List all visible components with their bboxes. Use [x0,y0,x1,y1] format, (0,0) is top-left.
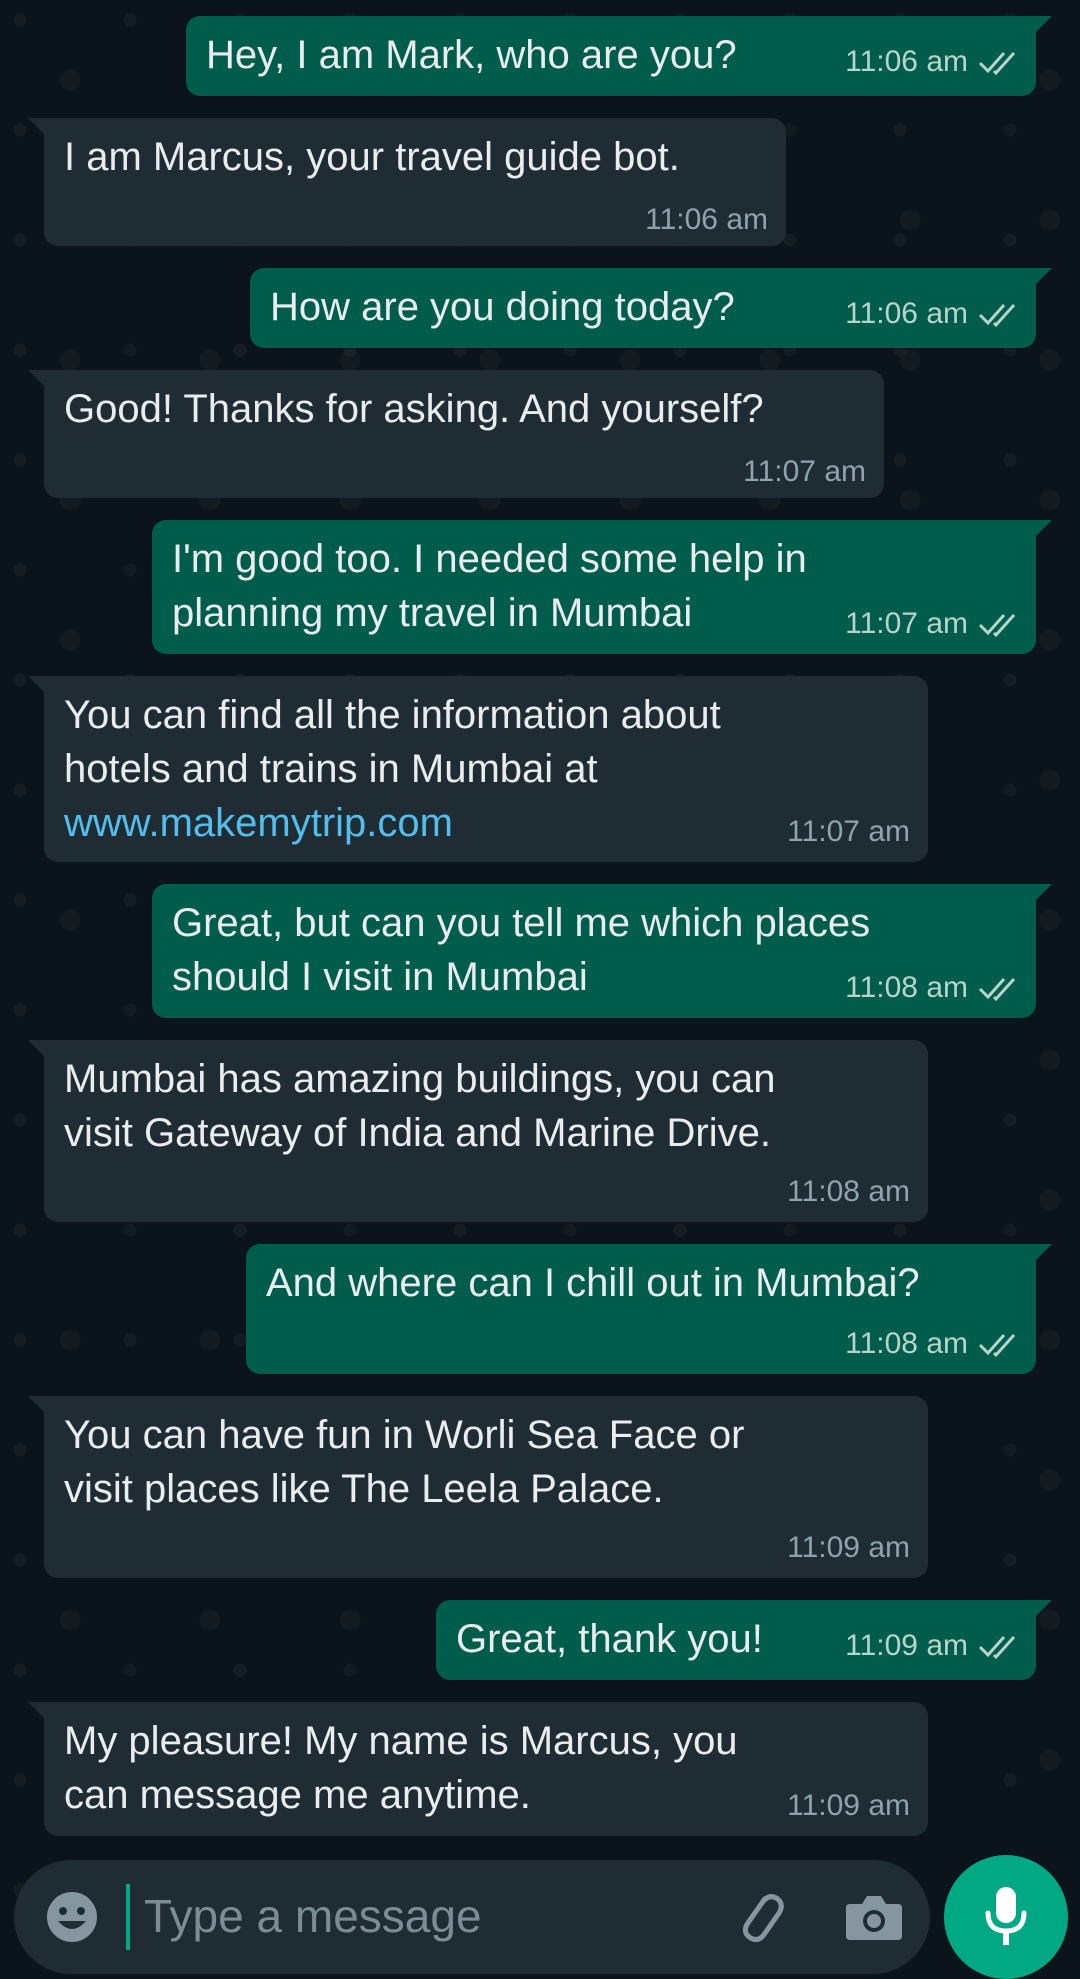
message-text: My pleasure! My name is Marcus, you can … [64,1719,738,1817]
bubble-tail [28,370,46,388]
message-bubble-incoming[interactable]: I am Marcus, your travel guide bot. 11:0… [28,118,786,246]
message-input[interactable]: Type a message [144,1886,482,1946]
message-link[interactable]: www.makemytrip.com [64,796,910,850]
double-check-icon [978,977,1016,1002]
message-list[interactable]: Hey, I am Mark, who are you? 11:06 am I … [0,0,1080,1850]
message-time: 11:09 am [787,1789,910,1822]
message-time: 11:06 am [645,203,768,236]
bubble-tail [1034,520,1052,538]
bubble-tail [1034,1244,1052,1262]
message-time: 11:06 am [845,297,968,330]
message-bubble-outgoing[interactable]: Great, thank you! 11:09 am [436,1600,1052,1680]
message-time: 11:08 am [845,1327,968,1360]
message-text: Good! Thanks for asking. And yourself? [64,387,764,431]
message-composer[interactable]: Type a message [14,1860,930,1974]
message-text: And where can I chill out in Mumbai? [266,1261,920,1305]
message-text: I am Marcus, your travel guide bot. [64,135,680,179]
bubble-tail [28,118,46,136]
message-time: 11:09 am [845,1629,968,1662]
message-text: You can find all the information about h… [64,693,721,791]
message-time: 11:07 am [845,607,968,640]
bubble-tail [28,1702,46,1720]
message-bubble-incoming[interactable]: You can find all the information about h… [28,676,928,862]
message-bubble-outgoing[interactable]: And where can I chill out in Mumbai? 11:… [246,1244,1052,1374]
message-bubble-incoming[interactable]: You can have fun in Worli Sea Face or vi… [28,1396,928,1578]
message-bubble-incoming[interactable]: Good! Thanks for asking. And yourself? 1… [28,370,884,498]
message-bubble-outgoing[interactable]: Hey, I am Mark, who are you? 11:06 am [186,16,1052,96]
bubble-tail [28,1396,46,1414]
attach-icon[interactable] [728,1886,790,1948]
double-check-icon [978,1635,1016,1660]
message-bubble-incoming[interactable]: Mumbai has amazing buildings, you can vi… [28,1040,928,1222]
message-bubble-outgoing[interactable]: I'm good too. I needed some help in plan… [152,520,1052,654]
double-check-icon [978,1333,1016,1358]
message-time: 11:09 am [787,1531,910,1564]
double-check-icon [978,613,1016,638]
emoji-icon[interactable] [44,1889,100,1945]
message-text: You can have fun in Worli Sea Face or vi… [64,1413,745,1511]
message-bubble-incoming[interactable]: My pleasure! My name is Marcus, you can … [28,1702,928,1836]
message-time: 11:08 am [787,1175,910,1208]
message-time: 11:08 am [845,971,968,1004]
bubble-tail [1034,16,1052,34]
bubble-tail [1034,884,1052,902]
message-time: 11:07 am [743,455,866,488]
message-time: 11:07 am [787,815,910,848]
message-text: Mumbai has amazing buildings, you can vi… [64,1057,776,1155]
message-bubble-outgoing[interactable]: How are you doing today? 11:06 am [250,268,1052,348]
bubble-tail [28,1040,46,1058]
message-time: 11:06 am [845,45,968,78]
double-check-icon [978,51,1016,76]
bubble-tail [1034,1600,1052,1618]
bubble-tail [28,676,46,694]
voice-record-button[interactable] [944,1855,1068,1979]
message-bubble-outgoing[interactable]: Great, but can you tell me which places … [152,884,1052,1018]
text-cursor [126,1884,130,1950]
double-check-icon [978,303,1016,328]
bubble-tail [1034,268,1052,286]
mic-icon [985,1887,1027,1945]
camera-icon[interactable] [844,1890,904,1944]
